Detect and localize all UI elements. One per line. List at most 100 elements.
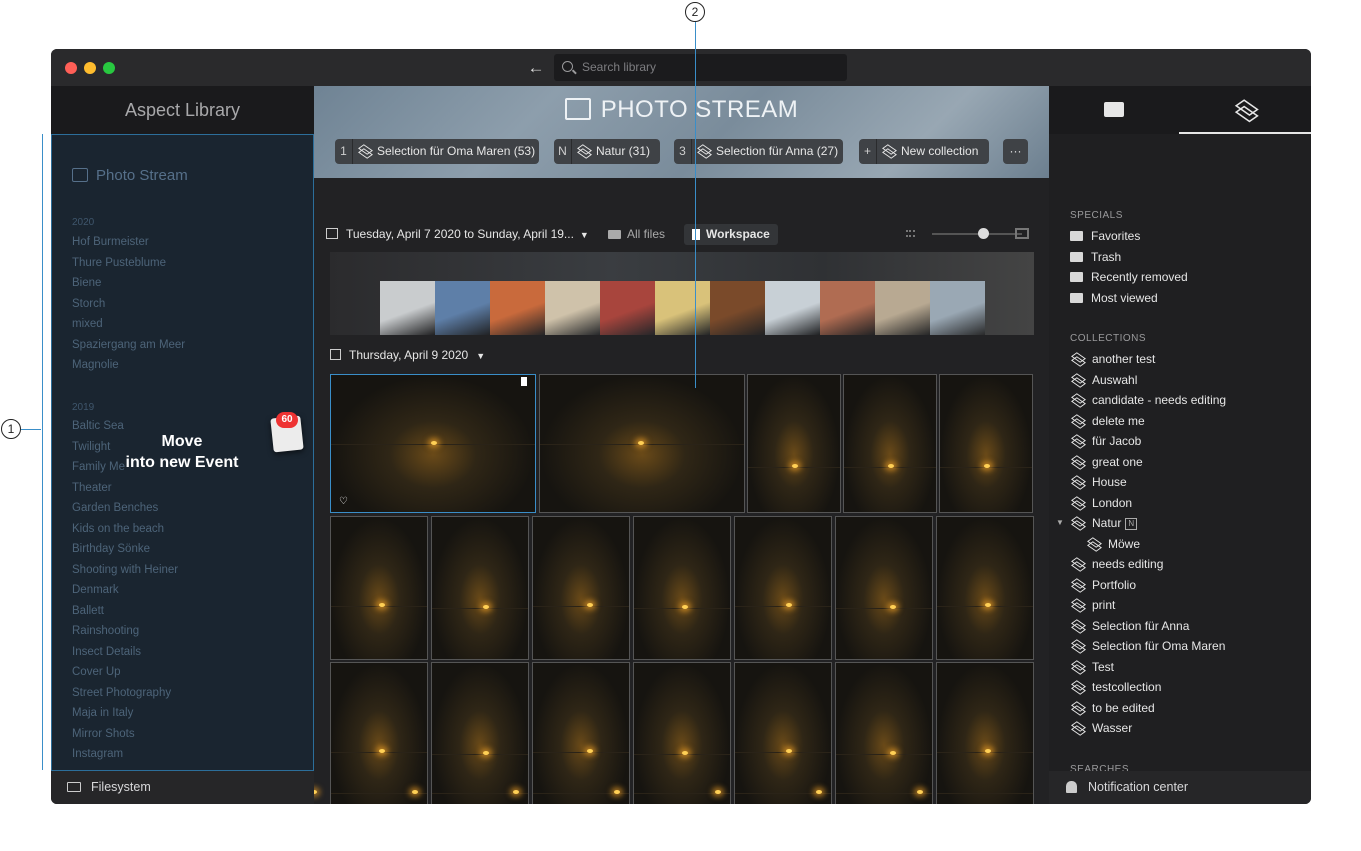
event-item[interactable]: Mirror Shots — [72, 728, 135, 740]
event-item[interactable]: Insect Details — [72, 646, 141, 658]
date-strip-thumbnail[interactable] — [765, 281, 820, 335]
collection-pill-oma-maren[interactable]: 1 Selection für Oma Maren (53) — [335, 139, 539, 164]
photo-thumbnail[interactable] — [330, 374, 536, 513]
event-item[interactable]: Storch — [72, 298, 105, 310]
event-item[interactable]: mixed — [72, 318, 103, 330]
back-arrow-icon[interactable]: ← — [525, 57, 547, 79]
notification-center-button[interactable]: Notification center — [1049, 771, 1311, 804]
date-strip-thumbnail[interactable] — [490, 281, 545, 335]
date-range-selector[interactable]: Tuesday, April 7 2020 to Sunday, April 1… — [346, 227, 574, 241]
event-item[interactable]: Cover Up — [72, 666, 121, 678]
photo-thumbnail[interactable] — [734, 516, 832, 660]
date-strip-thumbnail[interactable] — [930, 281, 985, 335]
date-strip-thumbnail[interactable] — [875, 281, 930, 335]
special-item[interactable]: Most viewed — [1070, 291, 1158, 305]
collection-item[interactable]: candidate - needs editing — [1070, 393, 1226, 407]
photo-thumbnail[interactable] — [747, 374, 841, 513]
event-item[interactable]: Kids on the beach — [72, 523, 164, 535]
special-item[interactable]: Recently removed — [1070, 270, 1188, 284]
collection-item[interactable]: print — [1070, 598, 1115, 612]
photo-thumbnail[interactable] — [936, 662, 1034, 804]
disclosure-triangle-icon[interactable]: ▼ — [1056, 518, 1064, 527]
collection-item[interactable]: Selection für Oma Maren — [1070, 639, 1225, 653]
event-item[interactable]: Ballett — [72, 605, 104, 617]
event-item[interactable]: Birthday Sönke — [72, 543, 150, 555]
event-item[interactable]: Street Photography — [72, 687, 171, 699]
date-strip-thumbnail[interactable] — [435, 281, 490, 335]
collection-item[interactable]: delete me — [1070, 414, 1145, 428]
date-strip-thumbnail[interactable] — [820, 281, 875, 335]
event-item[interactable]: Hof Burmeister — [72, 236, 149, 248]
photo-thumbnail[interactable] — [633, 516, 731, 660]
event-item[interactable]: Theater — [72, 482, 112, 494]
photo-thumbnail[interactable] — [734, 662, 832, 804]
date-strip-thumbnail[interactable] — [600, 281, 655, 335]
section-date-header[interactable]: Thursday, April 9 2020 ▼ — [330, 348, 485, 362]
photo-thumbnail[interactable] — [532, 516, 630, 660]
collection-item[interactable]: another test — [1070, 352, 1155, 366]
collection-item[interactable]: to be edited — [1070, 701, 1155, 715]
camera-icon[interactable] — [1104, 102, 1124, 117]
event-item[interactable]: Family Me — [72, 461, 125, 473]
slider-handle[interactable] — [978, 228, 989, 239]
event-item[interactable]: Maja in Italy — [72, 707, 133, 719]
more-button[interactable]: ··· — [1003, 139, 1028, 164]
photo-thumbnail[interactable] — [330, 662, 428, 804]
date-strip-thumbnail[interactable] — [545, 281, 600, 335]
collection-item[interactable]: Test — [1070, 660, 1114, 674]
heart-icon[interactable]: ♡ — [339, 496, 348, 507]
collections-tab-icon[interactable] — [1236, 99, 1256, 119]
minimize-window-button[interactable] — [84, 62, 96, 74]
date-strip-thumbnail[interactable] — [710, 281, 765, 335]
event-item[interactable]: Spaziergang am Meer — [72, 339, 185, 351]
event-item[interactable]: Magnolie — [72, 359, 119, 371]
collection-pill-anna[interactable]: 3 Selection für Anna (27) — [674, 139, 843, 164]
photo-thumbnail[interactable] — [539, 374, 745, 513]
event-item[interactable]: Twilight — [72, 441, 110, 453]
photo-thumbnail[interactable] — [330, 516, 428, 660]
small-grid-icon[interactable] — [906, 230, 915, 237]
photo-thumbnail[interactable] — [835, 662, 933, 804]
collection-item[interactable]: House — [1070, 475, 1127, 489]
event-item[interactable]: Denmark — [72, 584, 119, 596]
event-item[interactable]: Thure Pusteblume — [72, 257, 166, 269]
collection-item[interactable]: für Jacob — [1070, 434, 1141, 448]
chevron-down-icon[interactable]: ▼ — [580, 230, 589, 240]
photo-thumbnail[interactable] — [431, 516, 529, 660]
special-item[interactable]: Trash — [1070, 250, 1121, 264]
date-strip-thumbnail[interactable] — [655, 281, 710, 335]
collection-item[interactable]: Portfolio — [1070, 578, 1136, 592]
workspace-button[interactable]: Workspace — [684, 224, 778, 245]
event-item[interactable]: Instagram — [72, 748, 123, 760]
event-item[interactable]: Garden Benches — [72, 502, 158, 514]
thumbnail-size-slider[interactable] — [932, 233, 1022, 235]
photo-stream-item[interactable]: Photo Stream — [72, 167, 188, 184]
collection-item[interactable]: Möwe — [1086, 537, 1140, 551]
filesystem-button[interactable]: Filesystem — [51, 771, 314, 804]
collection-pill-natur[interactable]: N Natur (31) — [554, 139, 660, 164]
zoom-window-button[interactable] — [103, 62, 115, 74]
collection-item[interactable]: Wasser — [1070, 721, 1132, 735]
event-item[interactable]: Rainshooting — [72, 625, 139, 637]
special-item[interactable]: Favorites — [1070, 229, 1140, 243]
close-window-button[interactable] — [65, 62, 77, 74]
event-item[interactable]: Baltic Sea — [72, 420, 124, 432]
event-item[interactable]: Biene — [72, 277, 101, 289]
photo-thumbnail[interactable] — [939, 374, 1033, 513]
photo-thumbnail[interactable] — [633, 662, 731, 804]
search-input[interactable]: Search library — [554, 54, 847, 81]
chevron-down-icon[interactable]: ▼ — [476, 351, 485, 361]
event-item[interactable]: Shooting with Heiner — [72, 564, 178, 576]
new-collection-button[interactable]: + New collection — [859, 139, 989, 164]
date-strip-thumbnail[interactable] — [380, 281, 435, 335]
all-files-button[interactable]: All files — [627, 222, 665, 246]
collection-item[interactable]: great one — [1070, 455, 1143, 469]
photo-thumbnail[interactable] — [835, 516, 933, 660]
collection-item[interactable]: needs editing — [1070, 557, 1163, 571]
collection-item[interactable]: London — [1070, 496, 1132, 510]
collection-item[interactable]: Auswahl — [1070, 373, 1137, 387]
collection-item[interactable]: testcollection — [1070, 680, 1161, 694]
collection-item[interactable]: Natur N ▼ — [1056, 516, 1138, 530]
photo-thumbnail[interactable] — [532, 662, 630, 804]
photo-thumbnail[interactable] — [431, 662, 529, 804]
